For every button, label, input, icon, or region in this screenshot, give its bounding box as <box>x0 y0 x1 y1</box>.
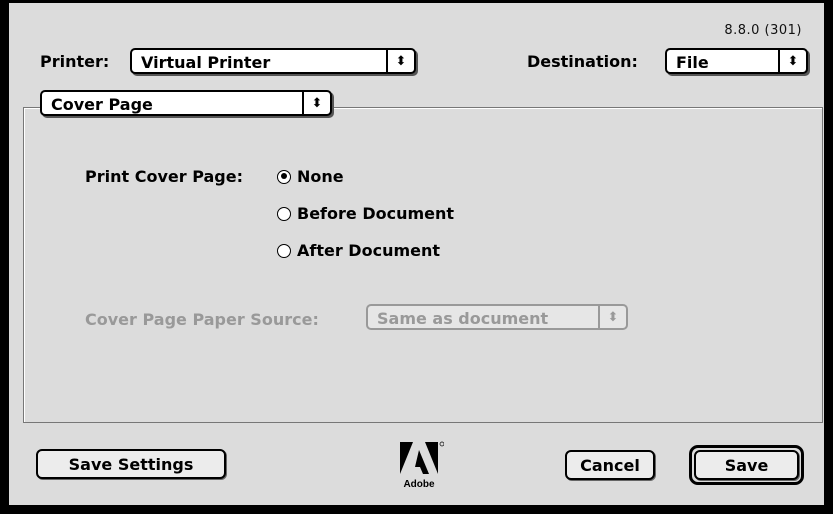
save-settings-button[interactable]: Save Settings <box>36 449 226 479</box>
destination-popup[interactable]: File ⬍ <box>665 48 808 74</box>
radio-unselected-icon <box>277 243 291 258</box>
panel-popup[interactable]: Cover Page ⬍ <box>40 90 332 116</box>
radio-unselected-icon <box>277 206 291 221</box>
print-cover-page-label: Print Cover Page: <box>85 167 243 186</box>
panel-popup-value: Cover Page <box>51 95 153 114</box>
version-label: 8.8.0 (301) <box>724 23 802 38</box>
paper-source-popup[interactable]: Same as document ⬍ <box>366 304 628 330</box>
paper-source-popup-value: Same as document <box>377 309 549 328</box>
radio-before-document-label: Before Document <box>297 204 455 223</box>
up-down-arrows-icon: ⬍ <box>302 92 330 114</box>
paper-source-label: Cover Page Paper Source: <box>85 310 319 329</box>
cancel-button[interactable]: Cancel <box>565 450 655 480</box>
radio-selected-icon <box>277 169 291 184</box>
radio-after-document-label: After Document <box>297 241 441 260</box>
print-dialog: 8.8.0 (301) Printer: Virtual Printer ⬍ D… <box>0 0 833 514</box>
radio-before-document[interactable]: Before Document <box>277 204 454 223</box>
radio-none[interactable]: None <box>277 167 344 186</box>
up-down-arrows-icon: ⬍ <box>778 50 806 72</box>
printer-label: Printer: <box>40 52 110 71</box>
save-button[interactable]: Save <box>694 450 799 480</box>
up-down-arrows-icon: ⬍ <box>386 50 414 72</box>
radio-after-document[interactable]: After Document <box>277 241 440 260</box>
destination-label: Destination: <box>527 52 638 71</box>
up-down-arrows-icon: ⬍ <box>598 306 626 328</box>
destination-popup-value: File <box>676 53 709 72</box>
options-group-box <box>23 107 823 423</box>
printer-popup[interactable]: Virtual Printer ⬍ <box>130 48 416 74</box>
adobe-logo-icon: Adobe <box>400 441 444 490</box>
radio-none-label: None <box>297 167 344 186</box>
printer-popup-value: Virtual Printer <box>141 53 271 72</box>
adobe-logo-text: Adobe <box>403 479 435 490</box>
